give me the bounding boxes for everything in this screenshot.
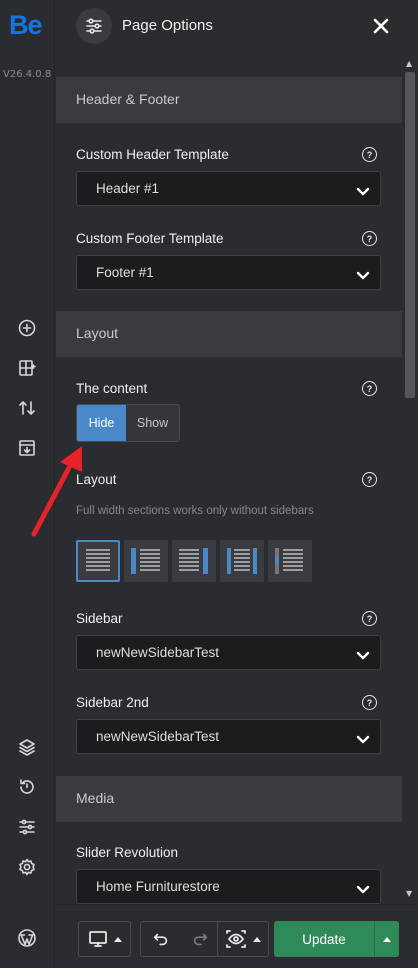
add-icon[interactable] — [16, 317, 38, 339]
help-icon[interactable]: ? — [362, 695, 377, 710]
update-button[interactable]: Update — [274, 921, 374, 957]
update-options-button[interactable] — [374, 921, 399, 957]
layout-both-sidebars-option[interactable] — [220, 540, 264, 582]
layout-right-sidebar-option[interactable] — [172, 540, 216, 582]
sidebar2-label: Sidebar 2nd — [76, 695, 149, 710]
chevron-down-icon — [356, 647, 370, 661]
panel-header: Page Options — [56, 0, 418, 56]
select-value: Footer #1 — [96, 265, 154, 280]
custom-footer-label: Custom Footer Template — [76, 231, 224, 246]
sidebar-select[interactable]: newNewSidebarTest — [76, 635, 381, 670]
section-layout[interactable]: Layout — [56, 311, 402, 357]
help-icon[interactable]: ? — [362, 147, 377, 162]
select-value: newNewSidebarTest — [96, 729, 220, 744]
sidebar-label: Sidebar — [76, 611, 123, 626]
help-icon[interactable]: ? — [362, 381, 377, 396]
chevron-down-icon — [356, 267, 370, 281]
gear-icon[interactable] — [16, 856, 38, 878]
caret-up-icon — [113, 936, 122, 942]
help-icon[interactable]: ? — [362, 611, 377, 626]
annotation-arrow — [31, 446, 82, 537]
caret-up-icon — [383, 936, 391, 942]
page-options-icon — [76, 8, 112, 44]
layout-no-sidebar-option[interactable] — [76, 540, 120, 582]
layout-left-sidebar-option[interactable] — [124, 540, 168, 582]
scroll-down-icon[interactable]: ▼ — [406, 889, 412, 898]
select-value: newNewSidebarTest — [96, 645, 220, 660]
caret-up-icon — [253, 936, 261, 942]
layout-add-icon[interactable] — [16, 357, 38, 379]
sort-icon[interactable] — [16, 397, 38, 419]
version-label: V26.4.0.8 — [3, 69, 52, 80]
scroll-thumb[interactable] — [405, 72, 415, 398]
sidebar2-select[interactable]: newNewSidebarTest — [76, 719, 381, 754]
custom-header-label: Custom Header Template — [76, 147, 229, 162]
close-icon[interactable] — [370, 15, 392, 37]
layout-hint: Full width sections works only without s… — [76, 505, 314, 517]
custom-header-select[interactable]: Header #1 — [76, 171, 381, 206]
redo-icon[interactable] — [191, 930, 209, 948]
undo-icon[interactable] — [152, 930, 170, 948]
history-controls — [140, 921, 220, 957]
eye-icon — [226, 930, 246, 948]
content-label: The content — [76, 381, 148, 396]
show-option[interactable]: Show — [126, 405, 179, 441]
history-icon[interactable] — [16, 776, 38, 798]
section-title: Header & Footer — [76, 91, 180, 107]
layout-options — [76, 540, 312, 582]
content-toggle: Hide Show — [76, 404, 180, 442]
help-icon[interactable]: ? — [362, 472, 377, 487]
scroll-up-icon[interactable]: ▲ — [406, 59, 412, 68]
section-title: Layout — [76, 325, 119, 341]
hide-option[interactable]: Hide — [77, 405, 126, 441]
settings-sliders-icon[interactable] — [16, 816, 38, 838]
scrollbar[interactable]: ▲ ▼ — [402, 56, 418, 904]
chevron-down-icon — [356, 881, 370, 895]
select-value: Header #1 — [96, 181, 160, 196]
select-value: Home Furniturestore — [96, 879, 220, 894]
device-preview-button[interactable] — [78, 921, 131, 957]
slider-select[interactable]: Home Furniturestore — [76, 869, 381, 904]
section-title: Media — [76, 790, 115, 806]
section-media[interactable]: Media — [56, 776, 402, 822]
wordpress-icon[interactable] — [16, 927, 38, 949]
app-logo[interactable]: Be — [9, 10, 43, 41]
custom-footer-select[interactable]: Footer #1 — [76, 255, 381, 290]
chevron-down-icon — [356, 731, 370, 745]
help-icon[interactable]: ? — [362, 231, 377, 246]
slider-label: Slider Revolution — [76, 845, 179, 860]
preview-button[interactable] — [217, 921, 269, 957]
page-options-app: Be V26.4.0.8 Page Options Header & Foote… — [0, 0, 418, 968]
bottom-toolbar: Update — [56, 904, 418, 968]
chevron-down-icon — [356, 183, 370, 197]
panel-title: Page Options — [122, 17, 213, 34]
layout-sticky-sidebar-option[interactable] — [268, 540, 312, 582]
desktop-icon — [88, 931, 107, 947]
layers-icon[interactable] — [16, 736, 38, 758]
section-header-footer[interactable]: Header & Footer — [56, 77, 402, 123]
